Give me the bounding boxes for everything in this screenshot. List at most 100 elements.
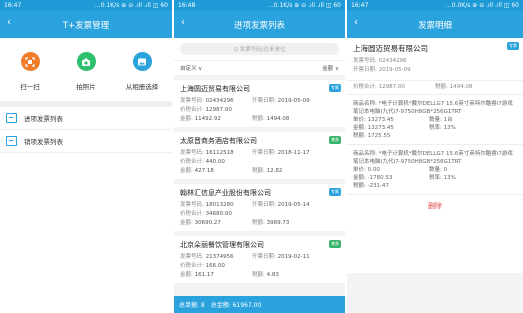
action-row: 扫一扫 拍照片 从相册选择 bbox=[0, 38, 172, 101]
invoice-tax: 12.82 bbox=[266, 168, 283, 174]
menu-item-purchase-invoices[interactable]: 进项发票列表 bbox=[0, 107, 172, 130]
label: 金额: bbox=[180, 220, 193, 226]
company-name: 上海圆迈贸易有限公司 bbox=[353, 44, 428, 53]
item-amount: 金额: -1780.53 bbox=[353, 175, 393, 181]
company-name: 上海圆迈贸易有限公司 bbox=[180, 85, 250, 93]
take-photo-label: 拍照片 bbox=[76, 83, 96, 91]
invoice-tax: 3989.73 bbox=[266, 220, 290, 226]
totals-row: 价税合计: 12987.00 税额: 1494.08 bbox=[347, 83, 523, 92]
label: 价税合计: bbox=[180, 263, 204, 269]
list-icon bbox=[6, 113, 17, 123]
nav-bar: ‹ 进项发票列表 bbox=[174, 11, 345, 38]
choose-from-gallery-button[interactable]: 从相册选择 bbox=[114, 52, 170, 91]
invoice-total: 12987.00 bbox=[205, 107, 232, 113]
invoice-tax: 税额: 1494.08 bbox=[435, 84, 473, 90]
invoice-date: 2018-11-17 bbox=[277, 150, 310, 156]
back-icon[interactable]: ‹ bbox=[354, 18, 358, 28]
line-item: 商品名称: *电子计算机*戴尔DELLG7 15.6英寸英特尔酷睿i7游戏笔记本… bbox=[347, 97, 523, 142]
search-wrap: Q 发票号码/往来单位 bbox=[174, 38, 345, 60]
item-name: 商品名称: *电子计算机*戴尔DELLG7 15.6英寸英特尔酷睿i7游戏笔记本… bbox=[353, 151, 513, 165]
label: 开票日期: bbox=[252, 150, 276, 156]
label: 税额: bbox=[252, 220, 265, 226]
label: 税额: bbox=[252, 272, 265, 278]
label: 开票日期: bbox=[252, 254, 276, 260]
status-bar: 16:47 …0.1K/s ⊕ ⊖ .ıll .ıll ◫ 60 bbox=[0, 0, 172, 11]
invoice-total: 440.00 bbox=[205, 159, 225, 165]
invoice-card[interactable]: 专票 上海圆迈贸易有限公司 发票号码: 02434296 开票日期: 2019-0… bbox=[174, 80, 345, 127]
status-time: 16:47 bbox=[351, 2, 369, 9]
invoice-amount: 161.17 bbox=[194, 272, 214, 278]
item-name: 商品名称: *电子计算机*戴尔DELLG7 15.6英寸英特尔酷睿i7游戏笔记本… bbox=[353, 101, 513, 115]
invoice-tax: 1494.08 bbox=[266, 116, 290, 122]
amount-sort-dropdown[interactable]: 金额 ∨ bbox=[322, 64, 339, 72]
label: 金额: bbox=[180, 168, 193, 174]
label: 价税合计: bbox=[180, 107, 204, 113]
label: 金额: bbox=[180, 272, 193, 278]
invoice-type-badge: 普票 bbox=[329, 240, 341, 248]
label: 税额: bbox=[252, 168, 265, 174]
label: 发票号码: bbox=[180, 98, 204, 104]
total-count: 总单据: 8 bbox=[179, 302, 205, 309]
take-photo-button[interactable]: 拍照片 bbox=[58, 52, 114, 91]
back-icon[interactable]: ‹ bbox=[7, 18, 11, 28]
status-time: 16:47 bbox=[4, 2, 22, 9]
invoice-header: 专票 上海圆迈贸易有限公司 发票号码: 02434296 开票日期: 2019-… bbox=[347, 38, 523, 78]
invoice-total: 价税合计: 12987.00 bbox=[353, 84, 405, 90]
nav-bar: ‹ 发票明细 bbox=[347, 11, 523, 38]
invoice-amount: 427.18 bbox=[194, 168, 214, 174]
company-name: 太原晋商务酒店有限公司 bbox=[180, 137, 257, 145]
page-title: T+发票管理 bbox=[62, 20, 110, 31]
summary-footer: 总单据: 8 总金额: 61967.00 bbox=[174, 296, 345, 313]
status-bar: 16:47 …0.0K/s ⊕ ⊖ .ıll .ıll ◫ 60 bbox=[347, 0, 523, 11]
invoice-type-badge: 专票 bbox=[329, 188, 341, 196]
item-rate: 税率: 13% bbox=[429, 125, 456, 131]
scan-label: 扫一扫 bbox=[20, 83, 40, 91]
line-item: 商品名称: *电子计算机*戴尔DELLG7 15.6英寸英特尔酷睿i7游戏笔记本… bbox=[347, 147, 523, 192]
invoice-number: 02434296 bbox=[205, 98, 234, 104]
scan-icon bbox=[20, 52, 40, 71]
invoice-type-badge: 专票 bbox=[507, 42, 519, 50]
label: 价税合计: bbox=[180, 211, 204, 217]
label: 发票号码: bbox=[180, 202, 204, 208]
screen-invoice-home: 16:47 …0.1K/s ⊕ ⊖ .ıll .ıll ◫ 60 ‹ T+发票管… bbox=[0, 0, 172, 313]
invoice-total: 34680.00 bbox=[205, 211, 232, 217]
invoice-type-badge: 普票 bbox=[329, 136, 341, 144]
gallery-icon bbox=[132, 52, 152, 71]
scan-button[interactable]: 扫一扫 bbox=[2, 52, 58, 91]
invoice-tax: 4.83 bbox=[266, 272, 279, 278]
search-input[interactable]: Q 发票号码/往来单位 bbox=[180, 43, 339, 55]
status-indicators: …0.1K/s ⊕ ⊖ .ıll .ıll ◫ 60 bbox=[94, 2, 168, 9]
invoice-number: 发票号码: 02434296 bbox=[353, 58, 407, 64]
delete-button[interactable]: 删除 bbox=[347, 194, 523, 217]
divider bbox=[347, 80, 523, 81]
menu-item-label: 销项发票列表 bbox=[24, 138, 63, 146]
company-name: 翰林汇信息产业股份有限公司 bbox=[180, 189, 271, 197]
item-tax: 税额: -231.47 bbox=[353, 183, 389, 189]
item-qty: 数量: 0 bbox=[429, 167, 448, 173]
company-name: 北京朵丽餐饮管理有限公司 bbox=[180, 241, 264, 249]
item-tax: 税额: 1725.55 bbox=[353, 133, 391, 139]
page-title: 发票明细 bbox=[417, 20, 452, 31]
nav-bar: ‹ T+发票管理 bbox=[0, 11, 172, 38]
invoice-card[interactable]: 专票 翰林汇信息产业股份有限公司 发票号码: 18013280 开票日期: 201… bbox=[174, 184, 345, 231]
filter-bar: 自定义 ∨ 金额 ∨ bbox=[174, 60, 345, 75]
choose-from-gallery-label: 从相册选择 bbox=[125, 83, 159, 91]
item-price: 单价: 13273.45 bbox=[353, 117, 394, 123]
menu-item-sales-invoices[interactable]: 销项发票列表 bbox=[0, 130, 172, 153]
screen-purchase-invoice-list: 16:48 …0.1K/s ⊕ ⊖ .ıll .ıll ◫ 60 ‹ 进项发票列… bbox=[174, 0, 345, 313]
label: 发票号码: bbox=[180, 150, 204, 156]
invoice-card[interactable]: 普票 北京朵丽餐饮管理有限公司 发票号码: 21374956 开票日期: 2019… bbox=[174, 236, 345, 283]
divider bbox=[347, 94, 523, 95]
status-indicators: …0.0K/s ⊕ ⊖ .ıll .ıll ◫ 60 bbox=[445, 2, 519, 9]
date-filter-dropdown[interactable]: 自定义 ∨ bbox=[180, 64, 202, 72]
status-indicators: …0.1K/s ⊕ ⊖ .ıll .ıll ◫ 60 bbox=[267, 2, 341, 9]
invoice-number: 18013280 bbox=[205, 202, 234, 208]
invoice-type-badge: 专票 bbox=[329, 84, 341, 92]
invoice-card[interactable]: 普票 太原晋商务酒店有限公司 发票号码: 16112518 开票日期: 2018-… bbox=[174, 132, 345, 179]
invoice-date: 2019-02-11 bbox=[277, 254, 310, 260]
back-icon[interactable]: ‹ bbox=[181, 18, 185, 28]
blank-area bbox=[347, 273, 523, 313]
label: 发票号码: bbox=[180, 254, 204, 260]
status-time: 16:48 bbox=[178, 2, 196, 9]
item-price: 单价: 0.00 bbox=[353, 167, 380, 173]
